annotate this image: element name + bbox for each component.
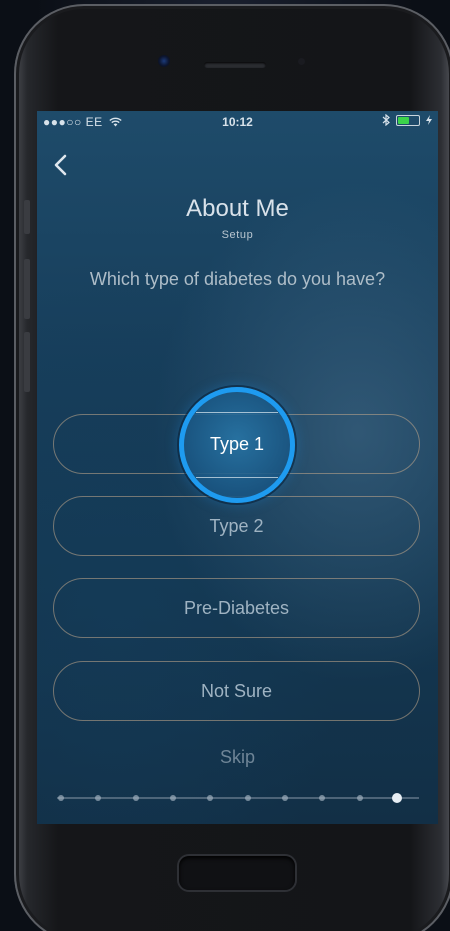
earpiece-speaker — [204, 62, 266, 68]
progress-dot — [356, 795, 363, 801]
battery-icon — [396, 114, 420, 126]
page-title: About Me — [186, 195, 289, 222]
status-time: 10:12 — [222, 115, 253, 129]
mute-switch — [24, 200, 30, 234]
progress-dot — [58, 795, 64, 801]
progress-dot-active — [392, 793, 402, 803]
status-indicators — [382, 114, 432, 126]
progress-dot — [207, 795, 214, 801]
progress-track — [57, 793, 419, 803]
home-button[interactable] — [179, 856, 295, 890]
progress-dot — [244, 795, 251, 801]
option-not-sure-button[interactable]: Not Sure — [53, 661, 420, 721]
option-label: Not Sure — [200, 680, 273, 701]
question-text: Which type of diabetes do you have? — [89, 269, 386, 289]
option-type-1-button[interactable]: Type 1 — [53, 414, 420, 474]
highlight-divider — [196, 412, 278, 413]
option-type-2-button[interactable]: Type 2 — [53, 496, 420, 556]
progress-dot — [282, 795, 288, 801]
highlight-divider — [196, 477, 278, 478]
progress-dot — [319, 795, 326, 801]
phone-screen: ●●●○○ EE 10:12 About Me Setup Which type… — [37, 111, 438, 824]
chevron-left-icon — [54, 154, 67, 176]
front-camera-icon — [158, 55, 170, 67]
option-label: Type 2 — [209, 515, 264, 536]
battery-fill — [398, 116, 409, 124]
option-pre-diabetes-button[interactable]: Pre-Diabetes — [53, 578, 420, 638]
progress-dot — [170, 795, 176, 801]
option-label: Pre-Diabetes — [183, 597, 290, 618]
scene-background: ●●●○○ EE 10:12 About Me Setup Which type… — [0, 0, 450, 931]
status-bar: ●●●○○ EE 10:12 — [37, 111, 438, 133]
page-subtitle: Setup — [221, 229, 254, 241]
bluetooth-icon — [382, 114, 390, 126]
progress-dot — [132, 795, 139, 801]
proximity-sensor — [298, 58, 305, 65]
progress-dot — [95, 795, 102, 801]
charging-bolt-icon — [426, 115, 432, 125]
back-button[interactable] — [47, 151, 75, 179]
volume-down-button — [24, 332, 30, 392]
skip-button[interactable]: Skip — [37, 747, 438, 768]
volume-up-button — [24, 259, 30, 319]
